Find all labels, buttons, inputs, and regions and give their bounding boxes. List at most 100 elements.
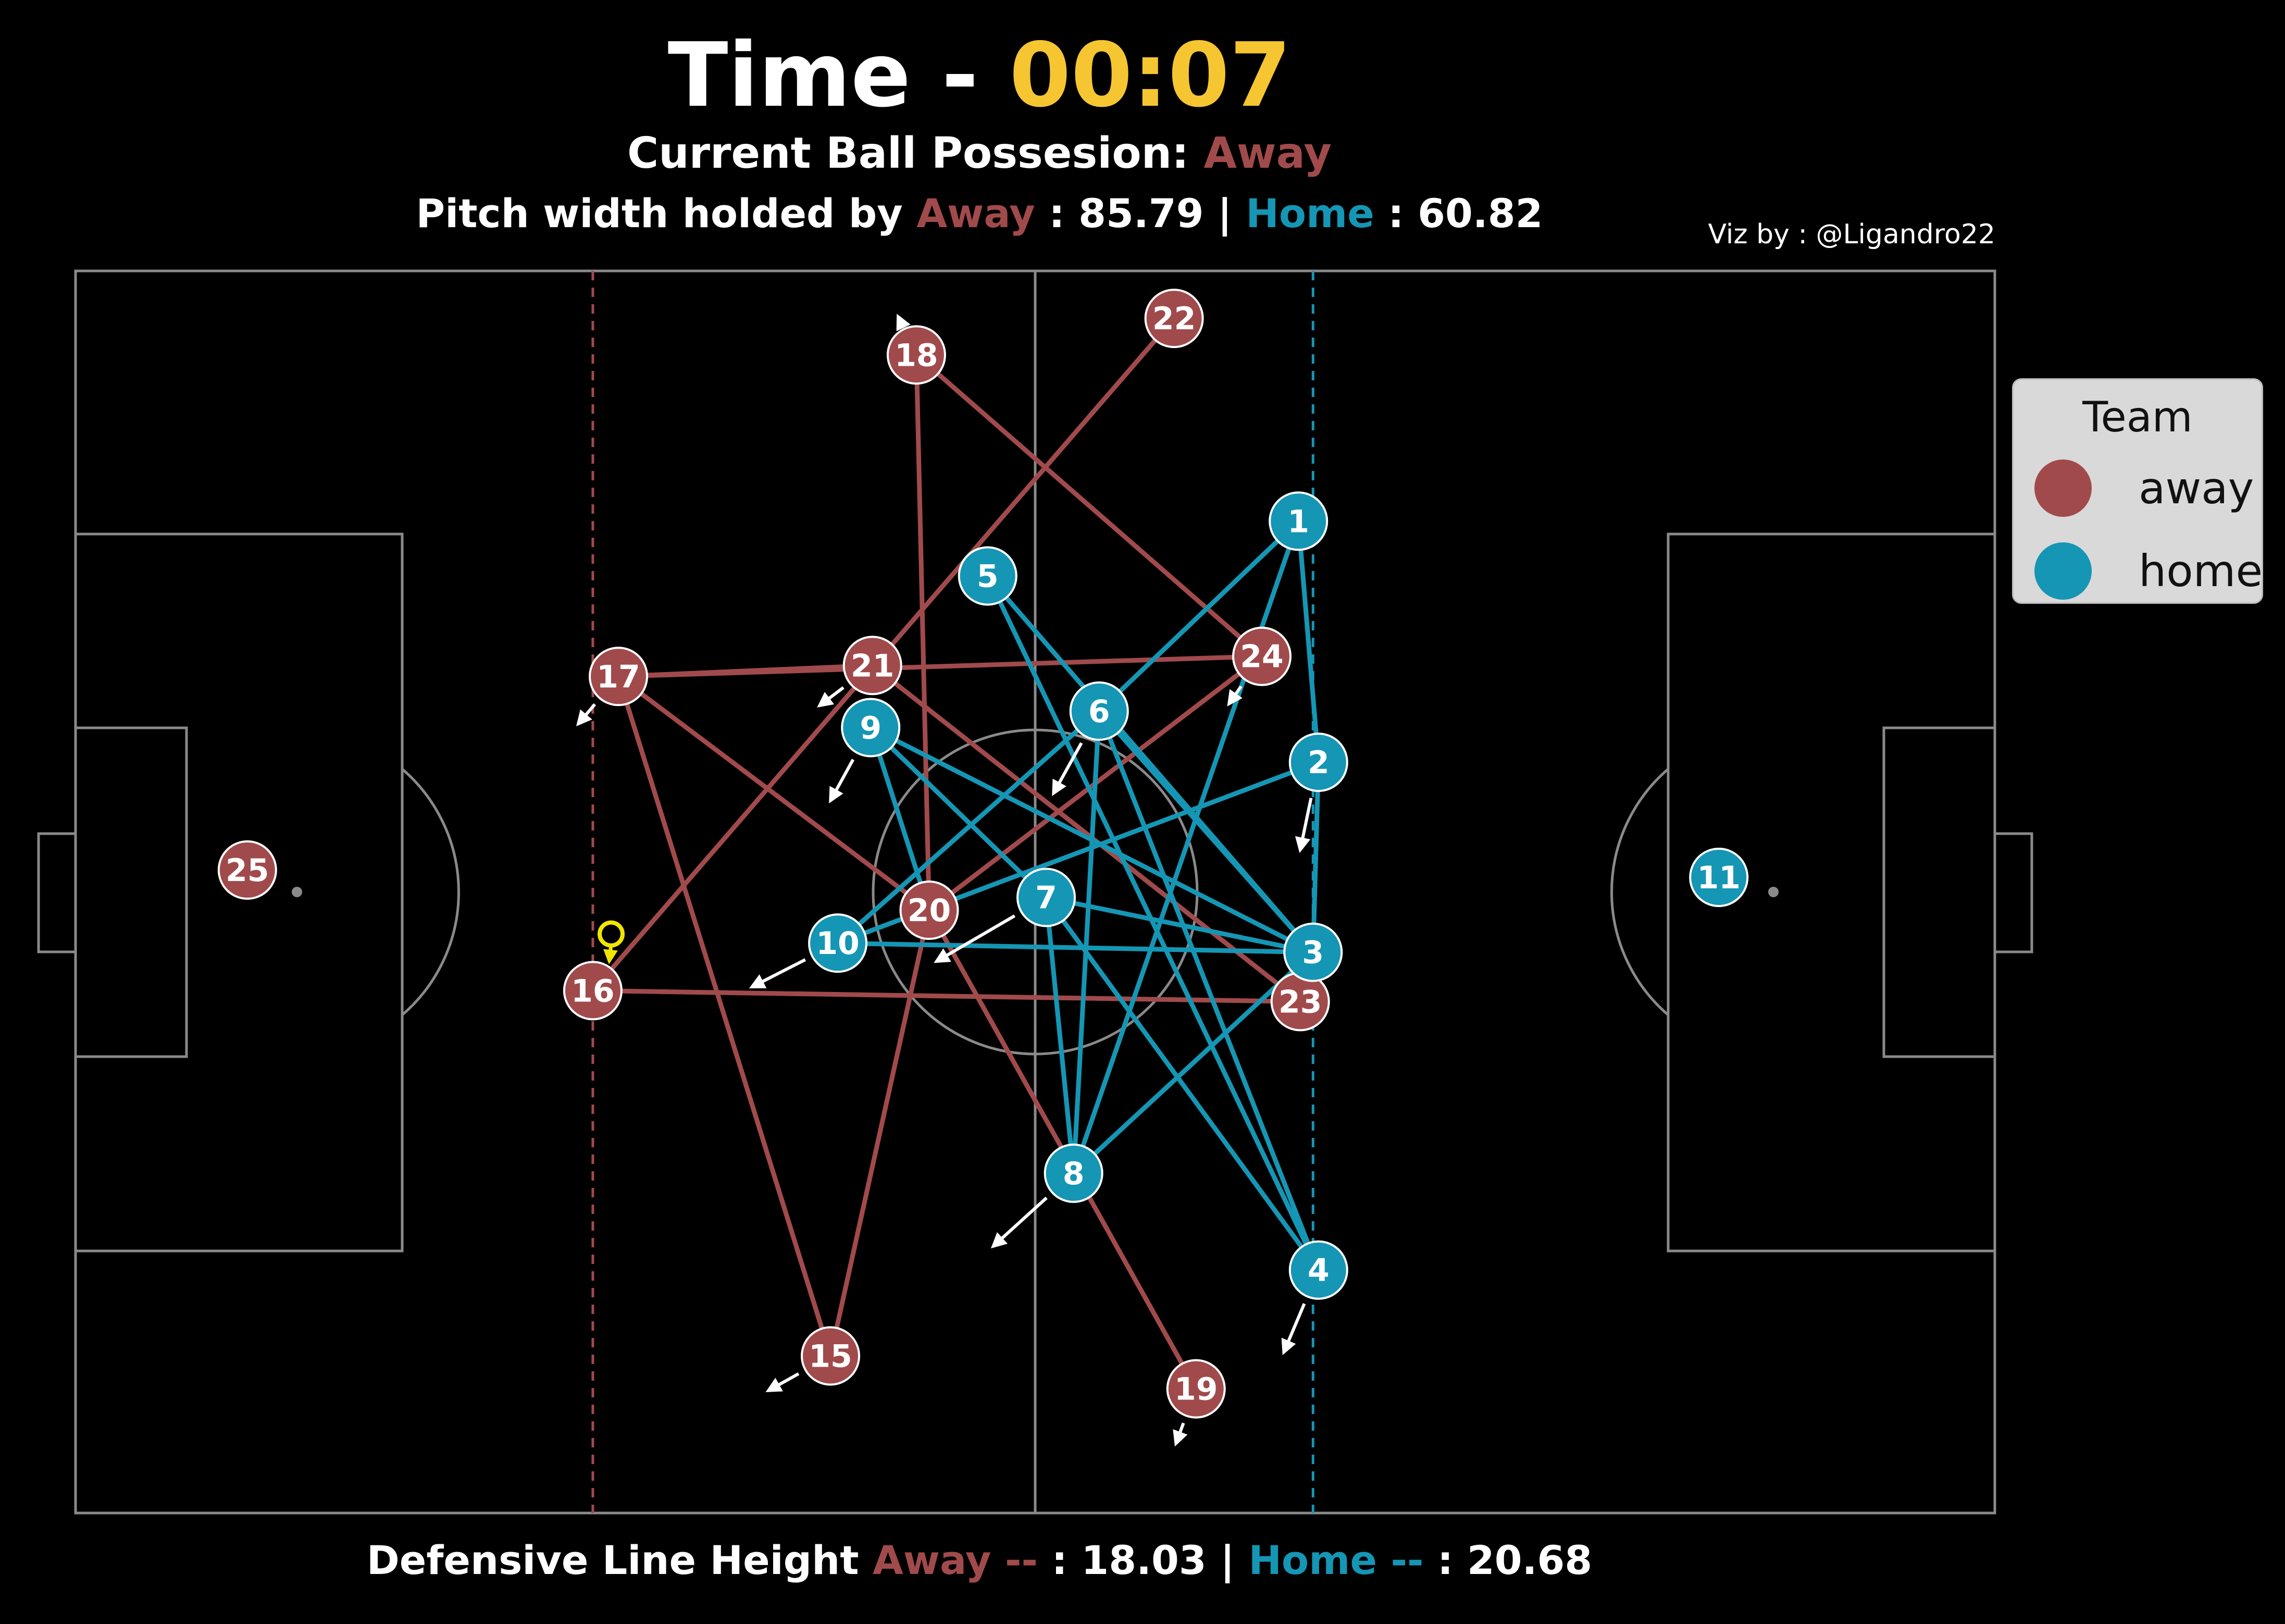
- player-number: 20: [908, 892, 951, 929]
- player-number: 21: [851, 648, 895, 684]
- player-marker-home: 1: [1269, 491, 1328, 551]
- player-marker-home: 5: [958, 546, 1017, 606]
- footer-separator: |: [1206, 1537, 1249, 1583]
- player-marker-away: 15: [801, 1326, 861, 1386]
- page-title: Time - 00:07: [0, 23, 1959, 128]
- legend-label-home: home: [2139, 546, 2263, 597]
- player-marker-away: 23: [1270, 972, 1330, 1032]
- player-number: 6: [1088, 693, 1110, 730]
- right-penalty-spot: [1768, 887, 1779, 897]
- left-goal: [37, 832, 77, 953]
- footer-away-value: : 18.03: [1038, 1537, 1207, 1583]
- movement-arrow: [896, 314, 911, 331]
- player-number: 19: [1174, 1371, 1218, 1408]
- player-number: 2: [1308, 745, 1330, 781]
- team-legend: Team away home: [2012, 378, 2263, 604]
- pass-link-home: [1296, 518, 1321, 765]
- possession-team: Away: [1203, 129, 1332, 178]
- player-marker-away: 17: [589, 647, 649, 706]
- credit-text: Viz by : @Ligandro22: [1708, 219, 1995, 250]
- legend-item-home: home: [2034, 540, 2263, 602]
- player-number: 22: [1152, 301, 1196, 337]
- pass-link-home: [835, 940, 1315, 955]
- player-number: 1: [1287, 503, 1309, 540]
- legend-item-away: away: [2034, 457, 2254, 519]
- pass-link-away: [914, 352, 1264, 659]
- width-label: Pitch width holded by: [416, 190, 917, 237]
- player-number: 25: [226, 852, 269, 889]
- movement-arrow: [1281, 1303, 1306, 1356]
- player-number: 5: [977, 558, 999, 594]
- player-marker-away: 21: [842, 636, 902, 696]
- movement-arrow: [765, 1372, 800, 1393]
- player-marker-away: 16: [563, 961, 623, 1021]
- time-value: 00:07: [1009, 24, 1291, 127]
- movement-arrow: [576, 703, 597, 727]
- time-label: Time -: [667, 24, 1010, 127]
- ball-direction-arrow: [603, 944, 618, 964]
- player-number: 9: [860, 710, 881, 746]
- legend-title: Team: [2082, 393, 2193, 441]
- player-number: 23: [1278, 984, 1322, 1020]
- player-marker-home: 6: [1069, 681, 1129, 741]
- player-marker-away: 19: [1166, 1359, 1226, 1419]
- movement-arrow: [1173, 1422, 1188, 1447]
- left-penalty-arc: [401, 768, 460, 1016]
- footer-home-team: Home --: [1248, 1537, 1438, 1583]
- player-marker-away: 25: [217, 840, 277, 900]
- player-number: 11: [1697, 860, 1741, 896]
- player-number: 24: [1240, 639, 1284, 675]
- player-marker-home: 7: [1016, 867, 1076, 927]
- footer-away-team: Away --: [872, 1537, 1038, 1583]
- pass-link-away: [590, 988, 1303, 1004]
- player-marker-away: 22: [1144, 289, 1204, 349]
- footer-label: Defensive Line Height: [366, 1537, 873, 1583]
- movement-arrow: [1295, 797, 1313, 853]
- player-number: 8: [1063, 1156, 1085, 1192]
- player-marker-away: 20: [899, 881, 959, 940]
- pass-link-away: [616, 654, 1264, 679]
- possession-line: Current Ball Possesion: Away: [0, 125, 1959, 182]
- right-penalty-arc: [1610, 768, 1669, 1016]
- legend-swatch-home: [2034, 542, 2092, 600]
- player-number: 17: [597, 659, 640, 695]
- player-marker-home: 10: [808, 913, 868, 973]
- player-marker-home: 9: [841, 698, 901, 758]
- player-marker-home: 2: [1288, 733, 1348, 792]
- player-number: 18: [895, 337, 938, 374]
- player-number: 3: [1302, 935, 1324, 971]
- right-goal: [1993, 832, 2033, 953]
- ball-marker: [598, 920, 625, 964]
- movement-arrow: [749, 958, 806, 989]
- players: 25182217 21 242016 2315191115692710 384: [217, 289, 1749, 1419]
- player-number: 15: [809, 1338, 852, 1374]
- pass-link-away: [616, 674, 833, 1358]
- right-six-yard-box: [1882, 726, 1996, 1058]
- width-away-value: : 85.79: [1035, 190, 1204, 237]
- player-marker-home: 11: [1689, 847, 1749, 907]
- player-marker-home: 4: [1288, 1240, 1348, 1300]
- defensive-line-footer: Defensive Line Height Away -- : 18.03 | …: [0, 1532, 1959, 1589]
- width-home-value: : 60.82: [1374, 190, 1543, 237]
- movement-arrow: [990, 1196, 1048, 1249]
- player-number: 16: [571, 973, 615, 1009]
- player-marker-home: 8: [1044, 1143, 1103, 1203]
- legend-label-away: away: [2139, 463, 2254, 514]
- pass-link-away: [914, 352, 932, 913]
- pass-link-away: [828, 908, 932, 1358]
- player-number: 4: [1308, 1253, 1330, 1289]
- player-marker-home: 3: [1283, 922, 1343, 982]
- ball-icon: [598, 920, 625, 948]
- width-separator: |: [1203, 190, 1246, 237]
- footer-home-value: : 20.68: [1437, 1537, 1593, 1583]
- player-number: 7: [1035, 880, 1057, 916]
- possession-label: Current Ball Possesion:: [627, 129, 1204, 178]
- legend-swatch-away: [2034, 460, 2092, 517]
- player-marker-away: 24: [1232, 626, 1292, 686]
- player-number: 10: [816, 925, 860, 962]
- player-marker-away: 18: [886, 325, 946, 385]
- passing-network: [590, 316, 1321, 1392]
- width-home-team: Home: [1246, 190, 1374, 237]
- left-penalty-spot: [292, 887, 302, 897]
- movement-arrow: [829, 759, 855, 803]
